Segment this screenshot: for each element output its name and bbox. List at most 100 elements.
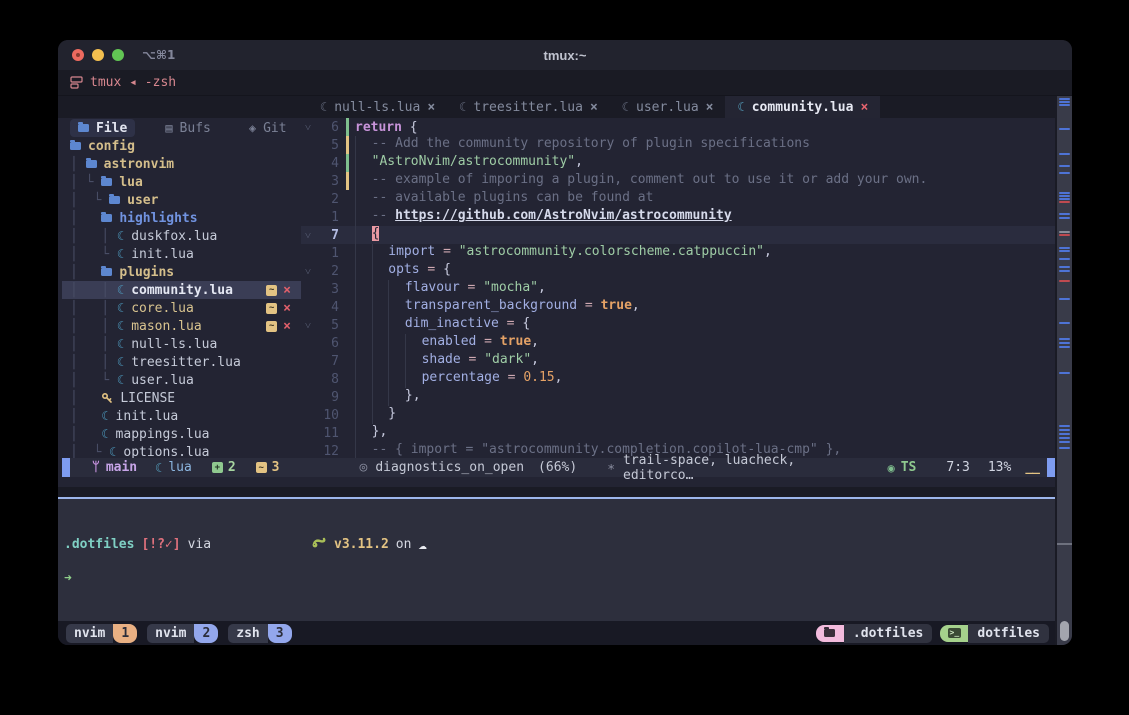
- tmux-window-zsh-3[interactable]: zsh3: [228, 624, 291, 643]
- tree-item-LICENSE[interactable]: │ LICENSE: [62, 389, 301, 407]
- tree-item-astronvim[interactable]: │ astronvim: [62, 155, 301, 173]
- indent-guide: [372, 262, 389, 280]
- indent-guide: [355, 334, 372, 352]
- tree-item-core.lua[interactable]: │ │ ☾core.lua~×: [62, 299, 301, 317]
- indent-guide: [355, 442, 372, 458]
- buffer-tab-null-ls.lua[interactable]: ☾null-ls.lua×: [308, 96, 447, 118]
- titlebar[interactable]: ⌥⌘1 tmux:~: [58, 40, 1072, 70]
- scrollbar[interactable]: [1057, 96, 1072, 645]
- tab-bufs[interactable]: ▤ Bufs: [157, 119, 219, 137]
- code-line-15: 8percentage = 0.15,: [301, 370, 1055, 388]
- tree-item-treesitter.lua[interactable]: │ │ ☾treesitter.lua: [62, 353, 301, 371]
- fold-arrow-icon[interactable]: ˅: [301, 229, 315, 242]
- folder-icon: [109, 196, 120, 204]
- tab-git[interactable]: ◈ Git: [241, 119, 295, 137]
- tree-item-mason.lua[interactable]: │ │ ☾mason.lua~×: [62, 317, 301, 335]
- file-tree: config│ astronvim│ └ lua│ └ user│ highli…: [62, 137, 301, 458]
- lua-file-icon: ☾: [117, 337, 124, 351]
- scroll-mark-blue: [1059, 437, 1070, 439]
- code-line-18: 11},: [301, 424, 1055, 442]
- tree-item-user[interactable]: │ └ user: [62, 191, 301, 209]
- indent-guide: [355, 406, 372, 424]
- tree-item-user.lua[interactable]: │ └ ☾user.lua: [62, 371, 301, 389]
- tree-item-init.lua[interactable]: │ └ ☾init.lua: [62, 245, 301, 263]
- folder-icon: [86, 160, 97, 168]
- terminal-icon: >_: [948, 628, 962, 638]
- scroll-mark-blue: [1059, 247, 1070, 249]
- code-line-11: 4transparent_background = true,: [301, 298, 1055, 316]
- buffer-tab-treesitter.lua[interactable]: ☾treesitter.lua×: [447, 96, 610, 118]
- tmux-path-label: .dotfiles: [844, 624, 932, 643]
- editor-buffer[interactable]: ˅6return {5-- Add the community reposito…: [301, 118, 1055, 458]
- tree-item-label: community.lua: [131, 283, 233, 298]
- prompt-cursor-arrow: ➜: [64, 571, 1055, 586]
- line-number: 12: [315, 444, 339, 459]
- tree-item-plugins[interactable]: │ plugins: [62, 263, 301, 281]
- token-op: =: [500, 370, 523, 385]
- token-id: import: [388, 244, 435, 259]
- tab-file[interactable]: File: [70, 119, 135, 137]
- tree-item-highlights[interactable]: │ highlights: [62, 209, 301, 227]
- tree-item-label: null-ls.lua: [131, 337, 217, 352]
- tmux-tab-label: tmux ◂ -zsh: [90, 75, 176, 90]
- scrollbar-separator: [1057, 543, 1072, 545]
- tree-item-options.lua[interactable]: │ └ ☾options.lua: [62, 443, 301, 458]
- close-buffer-icon[interactable]: ×: [860, 100, 868, 115]
- close-buffer-icon[interactable]: ×: [706, 100, 714, 115]
- tree-item-init.lua[interactable]: │ ☾init.lua: [62, 407, 301, 425]
- tree-item-duskfox.lua[interactable]: │ │ ☾duskfox.lua: [62, 227, 301, 245]
- close-buffer-icon[interactable]: ×: [590, 100, 598, 115]
- neo-tree-sidebar[interactable]: File ▤ Bufs ◈ Git config│ astronvim │: [58, 118, 301, 458]
- folder-badge: [816, 625, 844, 642]
- tree-guides: │: [70, 265, 101, 280]
- token-kw: return: [355, 120, 402, 135]
- formatter-icon: ∗: [607, 460, 615, 475]
- tree-item-config[interactable]: config: [62, 137, 301, 155]
- tree-item-community.lua[interactable]: │ │ ☾community.lua~×: [62, 281, 301, 299]
- git-sign: [346, 136, 349, 154]
- indent-guide: [355, 226, 372, 244]
- modified-badge-icon: ~: [266, 321, 277, 332]
- buffer-tab-user.lua[interactable]: ☾user.lua×: [610, 96, 726, 118]
- zsh-pane[interactable]: .dotfiles [!?✓] via v3.11.2 on ☁ ➜: [58, 499, 1055, 629]
- tmux-window-nvim-2[interactable]: nvim2: [147, 624, 218, 643]
- token-punc: ,: [764, 244, 772, 259]
- close-buffer-icon[interactable]: ×: [427, 100, 435, 115]
- fold-arrow-icon[interactable]: ˅: [301, 319, 315, 332]
- close-file-icon[interactable]: ×: [283, 319, 291, 334]
- tree-guides: │: [70, 409, 101, 424]
- tmux-session-label: dotfiles: [968, 624, 1049, 643]
- bufferline: ☾null-ls.lua×☾treesitter.lua×☾user.lua×☾…: [58, 96, 1055, 118]
- token-punc: ,: [632, 298, 640, 313]
- code-text: transparent_background = true,: [355, 298, 640, 316]
- scroll-mark-blue: [1059, 101, 1070, 103]
- tree-guides: │ └: [70, 373, 117, 388]
- fold-arrow-icon[interactable]: ˅: [301, 121, 315, 134]
- scroll-mark-blue: [1059, 346, 1070, 348]
- prompt-git-status: [!?✓]: [141, 537, 180, 552]
- close-file-icon[interactable]: ×: [283, 301, 291, 316]
- tree-item-lua[interactable]: │ └ lua: [62, 173, 301, 191]
- tree-item-null-ls.lua[interactable]: │ │ ☾ null-ls.lua: [62, 335, 301, 353]
- treesitter-label: TS: [901, 460, 917, 475]
- buffer-tab-community.lua[interactable]: ☾community.lua×: [725, 96, 880, 118]
- indent-guide: [405, 370, 422, 388]
- buffer-tab-label: null-ls.lua: [334, 100, 420, 115]
- tmux-status-bar: nvim1 nvim2 zsh3 .dotfiles >_ dotfiles: [58, 621, 1055, 645]
- token-op: =: [461, 352, 484, 367]
- nvim-pane[interactable]: ☾null-ls.lua×☾treesitter.lua×☾user.lua×☾…: [58, 96, 1055, 487]
- tree-guides: │ │: [70, 337, 117, 352]
- tree-item-mappings.lua[interactable]: │ ☾mappings.lua: [62, 425, 301, 443]
- scrollbar-thumb[interactable]: [1060, 621, 1069, 641]
- fold-arrow-icon[interactable]: ˅: [301, 265, 315, 278]
- tmux-window-list: nvim1 nvim2 zsh3: [66, 624, 302, 643]
- tree-guides: │: [70, 211, 101, 226]
- folder-icon: [824, 629, 835, 637]
- folder-icon: [101, 214, 112, 222]
- tmux-window-nvim-1[interactable]: nvim1: [66, 624, 137, 643]
- token-str: "AstroNvim/astrocommunity": [372, 154, 576, 169]
- tmux-tab-bar[interactable]: tmux ◂ -zsh: [58, 70, 1072, 96]
- close-file-icon[interactable]: ×: [283, 283, 291, 298]
- indent-guide: [388, 352, 405, 370]
- line-number: 10: [315, 408, 339, 423]
